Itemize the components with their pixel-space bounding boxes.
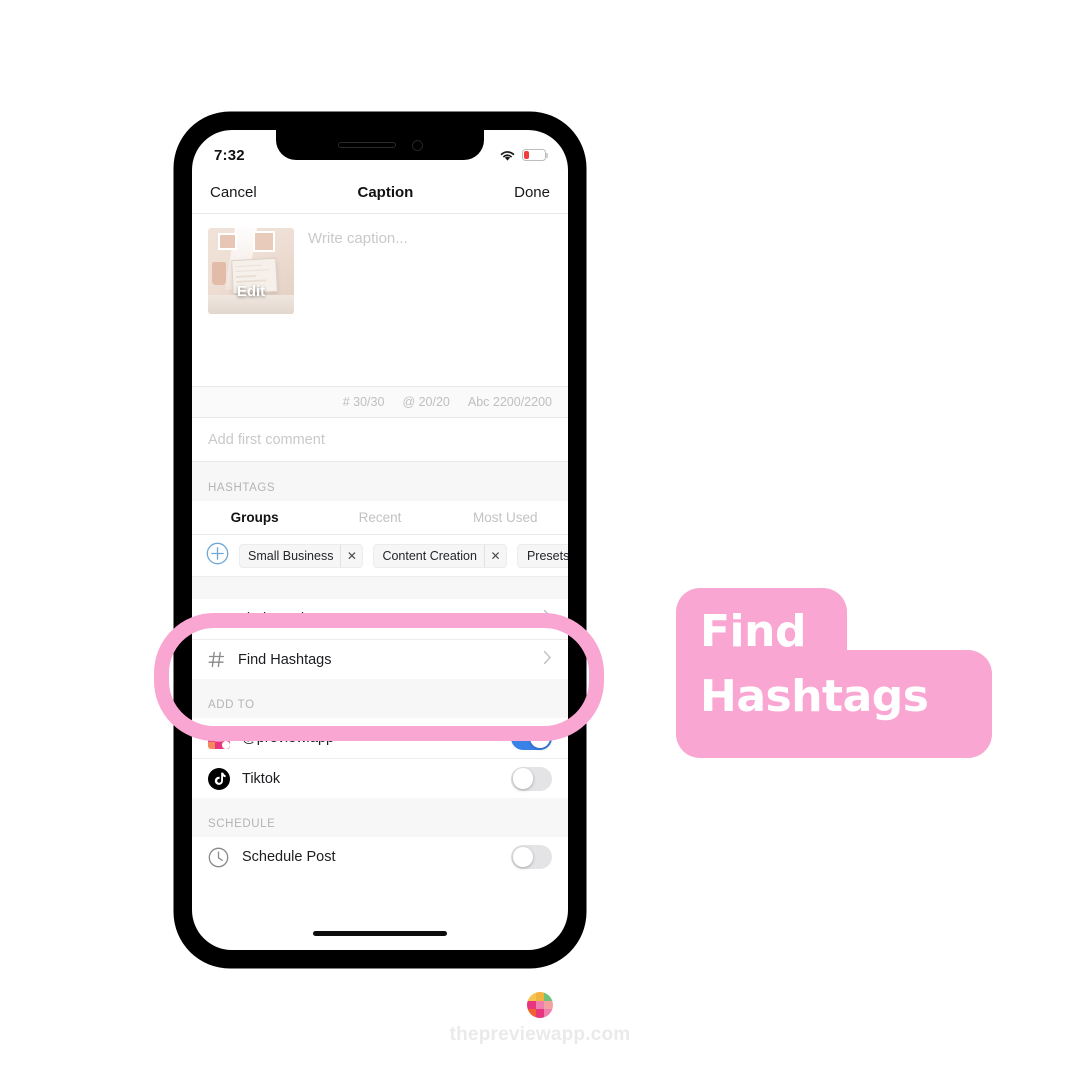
done-button[interactable]: Done <box>514 184 550 201</box>
nav-bar: Cancel Caption Done <box>192 172 568 214</box>
battery-low-icon <box>522 149 549 161</box>
caption-counters: # 30/30 @ 20/20 Abc 2200/2200 <box>192 386 568 418</box>
schedule-section-header: SCHEDULE <box>192 798 568 837</box>
plus-circle-icon[interactable] <box>206 542 229 570</box>
thumb-pencil-cup <box>212 262 227 285</box>
poster-canvas: 7:32 Cancel Caption Done Edit Write capt… <box>0 0 1080 1080</box>
preview-app-logo-icon <box>527 992 553 1018</box>
hashtag-icon <box>208 651 238 668</box>
chip-presets[interactable]: Presets <box>516 543 568 568</box>
find-captions-row[interactable]: Find Captions <box>192 599 568 639</box>
tiktok-icon <box>208 767 238 790</box>
hashtag-group-chips: Small Business ✕ Content Creation ✕ Pres… <box>192 535 568 577</box>
toggle-tiktok[interactable] <box>511 766 552 791</box>
hashtags-section-header: HASHTAGS <box>192 462 568 501</box>
schedule-post-row[interactable]: Schedule Post <box>192 837 568 877</box>
mention-counter: @ 20/20 <box>402 395 450 409</box>
caption-area: Edit Write caption... <box>192 214 568 386</box>
callout-line-1: Find <box>700 606 806 657</box>
toggle-preview-app[interactable] <box>511 726 552 750</box>
footer-website: thepreviewapp.com <box>449 1024 631 1045</box>
chip-label: Content Creation <box>382 548 477 563</box>
status-time: 7:32 <box>214 146 245 164</box>
thumb-wall-frame-right <box>252 231 276 253</box>
home-indicator <box>313 931 447 936</box>
tab-recent[interactable]: Recent <box>317 510 442 525</box>
text-lines-icon <box>208 612 238 627</box>
close-icon[interactable]: ✕ <box>483 544 506 567</box>
wifi-icon <box>499 149 516 162</box>
find-hashtags-label: Find Hashtags <box>238 651 332 668</box>
find-captions-label: Find Captions <box>238 611 328 627</box>
action-rows: Find Captions Find Hashtags <box>192 599 568 679</box>
first-comment-input[interactable]: Add first comment <box>192 418 568 462</box>
front-camera <box>411 139 423 151</box>
add-to-section-header: ADD TO <box>192 679 568 718</box>
phone-mockup: 7:32 Cancel Caption Done Edit Write capt… <box>174 112 586 968</box>
footer: thepreviewapp.com <box>0 992 1080 1046</box>
chip-small-business[interactable]: Small Business ✕ <box>239 543 364 568</box>
close-icon[interactable]: ✕ <box>340 544 362 567</box>
hashtag-counter: # 30/30 <box>342 395 385 409</box>
earpiece-speaker <box>337 142 396 148</box>
clock-icon <box>208 847 238 868</box>
add-to-label: Tiktok <box>242 770 281 787</box>
status-indicators <box>499 149 549 162</box>
add-to-list: @preview.app Tiktok <box>192 718 568 798</box>
chip-label: Small Business <box>248 548 334 563</box>
callout-find-hashtags: Find Hashtags <box>676 588 992 758</box>
phone-screen: 7:32 Cancel Caption Done Edit Write capt… <box>192 130 568 950</box>
page-title: Caption <box>357 184 414 201</box>
tab-most-used[interactable]: Most Used <box>443 510 568 525</box>
thumbnail-edit-label[interactable]: Edit <box>208 283 294 300</box>
schedule-post-label: Schedule Post <box>242 849 336 865</box>
chevron-right-icon <box>543 609 552 629</box>
toggle-schedule-post[interactable] <box>511 845 552 869</box>
tab-groups[interactable]: Groups <box>192 510 317 525</box>
chip-label: Presets <box>526 548 568 563</box>
thumb-wall-frame-left <box>218 233 238 251</box>
chevron-right-icon <box>543 650 552 670</box>
preview-app-icon <box>208 727 238 749</box>
add-to-label: @preview.app <box>242 730 335 746</box>
add-to-item-tiktok[interactable]: Tiktok <box>192 758 568 798</box>
callout-line-2: Hashtags <box>700 671 929 722</box>
chip-content-creation[interactable]: Content Creation ✕ <box>373 543 507 568</box>
cancel-button[interactable]: Cancel <box>210 184 257 201</box>
phone-notch <box>276 130 484 160</box>
spacer-band <box>192 577 568 599</box>
media-thumbnail[interactable]: Edit <box>208 228 294 314</box>
schedule-list: Schedule Post <box>192 837 568 877</box>
add-to-item-preview-app[interactable]: @preview.app <box>192 718 568 758</box>
find-hashtags-row[interactable]: Find Hashtags <box>192 639 568 679</box>
hashtag-tabs: Groups Recent Most Used <box>192 501 568 535</box>
character-counter: Abc 2200/2200 <box>467 395 552 409</box>
caption-input[interactable]: Write caption... <box>294 228 552 386</box>
